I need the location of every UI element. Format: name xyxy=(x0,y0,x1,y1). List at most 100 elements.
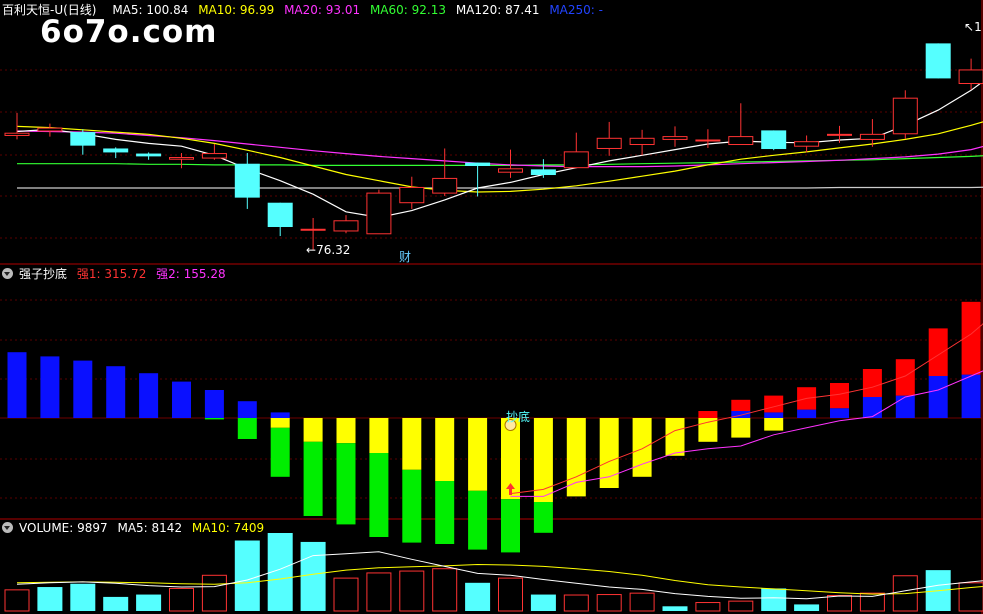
volume-bar xyxy=(761,588,787,611)
indicator-blue-bar xyxy=(764,412,784,418)
indicator-yellow-bar xyxy=(336,418,356,444)
candle-body xyxy=(695,139,721,142)
indicator-blue-bar xyxy=(7,352,27,418)
indicator-green-bar xyxy=(369,453,389,537)
indicator-blue-bar xyxy=(139,373,159,418)
volume-bar xyxy=(794,604,820,611)
ma120-label: MA120: 87.41 xyxy=(455,3,540,17)
indicator-blue-bar xyxy=(270,412,290,418)
indicator-yellow-bar xyxy=(665,418,685,456)
volume-bar xyxy=(465,582,491,611)
candle-body xyxy=(859,133,885,140)
volume-bar xyxy=(530,594,556,611)
indicator-yellow-bar xyxy=(764,418,784,431)
candle-body xyxy=(432,177,458,194)
volume-bar xyxy=(4,589,30,612)
indicator-yellow-bar xyxy=(632,418,652,477)
indicator-green-bar xyxy=(270,427,290,477)
indicator-red-bar xyxy=(862,369,882,397)
volume-ma10-label: MA10: 7409 xyxy=(191,521,265,535)
high-price-value: 1 xyxy=(974,20,982,34)
volume-bar xyxy=(563,594,589,612)
indicator-green-bar xyxy=(533,502,553,533)
volume-bar xyxy=(201,574,227,612)
indicator-yellow-bar xyxy=(369,418,389,453)
indicator-yellow-bar xyxy=(731,418,751,438)
q1-label: 强1: 315.72 xyxy=(76,267,147,281)
indicator-yellow-bar xyxy=(435,418,455,481)
indicator-green-bar xyxy=(402,469,422,543)
candle-body xyxy=(925,43,951,79)
ma5-line xyxy=(16,80,983,219)
indicator-red-bar xyxy=(698,411,718,418)
indicator-blue-bar xyxy=(40,356,60,418)
indicator-blue-bar xyxy=(961,374,981,418)
volume-bar xyxy=(399,570,425,612)
indicator-blue-bar xyxy=(830,408,849,418)
indicator-blue-bar xyxy=(172,381,191,418)
candle-body xyxy=(728,136,754,146)
candle-body xyxy=(103,148,129,153)
volume-bar xyxy=(695,602,721,612)
volume-bar xyxy=(103,596,129,611)
indicator-blue-bar xyxy=(862,397,882,418)
high-price-marker: ↖1 xyxy=(964,20,982,34)
volume-bar xyxy=(234,540,260,611)
volume-bar xyxy=(728,600,754,612)
buy-signal-label: 抄底 xyxy=(506,410,531,424)
ma250-label: MA250: - xyxy=(549,3,603,17)
indicator-red-bar xyxy=(830,383,849,409)
indicator-green-bar xyxy=(303,441,323,516)
volume-bar xyxy=(136,594,162,611)
volume-bar xyxy=(596,594,622,612)
indicator-title: 强子抄底 xyxy=(19,267,68,281)
volume-bar xyxy=(300,541,326,611)
candle-body xyxy=(465,162,491,166)
candle-body xyxy=(136,153,162,157)
candle-body xyxy=(234,163,260,198)
indicator-yellow-bar xyxy=(468,418,488,491)
volume-ma5-label: MA5: 8142 xyxy=(117,521,183,535)
indicator-green-bar xyxy=(468,490,488,550)
volume-bar xyxy=(827,594,852,612)
candle-body xyxy=(662,136,688,140)
ma120-line xyxy=(17,186,983,189)
indicator-blue-bar xyxy=(106,366,126,418)
low-price-value: 76.32 xyxy=(316,243,351,257)
indicator-green-bar xyxy=(336,443,356,525)
collapse-icon[interactable] xyxy=(2,268,13,279)
volume-bar xyxy=(37,587,63,611)
volume-bar xyxy=(498,577,523,612)
candle-body xyxy=(201,153,227,159)
volume-bar xyxy=(662,606,688,611)
candle-body xyxy=(563,151,589,169)
volume-label: VOLUME: 9897 xyxy=(19,521,108,535)
volume-bar xyxy=(333,577,359,612)
volume-bar xyxy=(629,592,655,612)
candle-body xyxy=(169,157,194,160)
volume-bar xyxy=(366,572,392,612)
finance-event-marker[interactable]: 财 xyxy=(399,250,411,264)
indicator-green-bar xyxy=(204,418,224,420)
collapse-icon[interactable] xyxy=(2,522,13,533)
candle-body xyxy=(300,228,326,231)
indicator-blue-bar xyxy=(928,376,948,418)
candle-body xyxy=(958,69,983,84)
ma20-label: MA20: 93.01 xyxy=(284,3,361,17)
indicator-yellow-bar xyxy=(566,418,586,497)
volume-bar xyxy=(432,568,458,612)
candle-body xyxy=(794,141,820,147)
indicator-yellow-bar xyxy=(698,418,718,442)
watermark-logo: 6o7o.com xyxy=(40,14,218,50)
indicator-red-bar xyxy=(895,359,915,396)
ma60-label: MA60: 92.13 xyxy=(369,3,446,17)
candle-body xyxy=(267,202,293,228)
low-price-marker: ←76.32 xyxy=(306,243,351,257)
candle-body xyxy=(37,127,63,132)
candle-body xyxy=(366,192,392,235)
candle-body xyxy=(70,132,96,146)
indicator-red-bar xyxy=(731,399,751,411)
candle-body xyxy=(333,220,359,232)
indicator-blue-bar xyxy=(237,401,257,418)
volume-bar xyxy=(70,583,96,611)
